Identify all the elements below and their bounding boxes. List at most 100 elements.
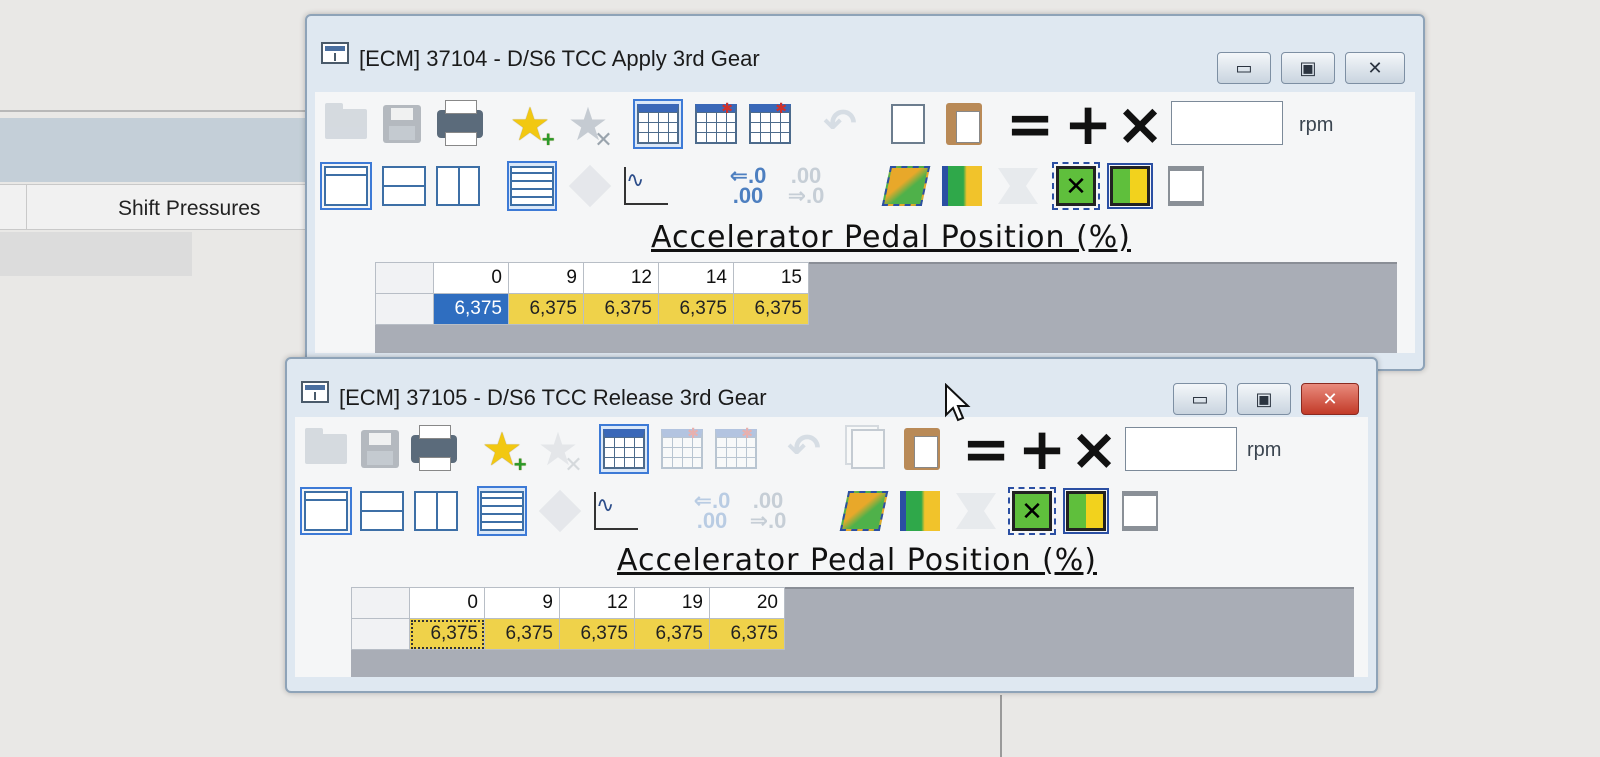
background-tab-separator [26, 185, 27, 229]
clear-cells-icon[interactable] [1115, 486, 1165, 536]
title-bar[interactable]: [ECM] 37104 - D/S6 TCC Apply 3rd Gear ▭ … [307, 16, 1423, 84]
color-map-icon[interactable] [881, 161, 931, 211]
minimize-button[interactable]: ▭ [1217, 52, 1271, 84]
tab-shift-pressures[interactable]: Shift Pressures [118, 197, 260, 221]
operation-value-input[interactable] [1171, 101, 1283, 145]
table-view-icon[interactable] [599, 424, 649, 474]
multiply-operation-icon[interactable]: × [1069, 420, 1119, 478]
decrease-decimals-icon[interactable]: .00 ⇒.0 [743, 486, 793, 536]
table-cell[interactable]: 6,375 [559, 618, 635, 650]
save-disk-icon[interactable] [355, 424, 405, 474]
horizontal-split-icon[interactable] [379, 161, 429, 211]
fill-cells-icon[interactable] [1105, 161, 1155, 211]
line-chart-icon[interactable]: ∿ [621, 161, 671, 211]
maximize-button[interactable]: ▣ [1281, 52, 1335, 84]
column-header[interactable]: 9 [508, 262, 584, 294]
open-folder-icon[interactable] [321, 99, 371, 149]
x-axis-title: Accelerator Pedal Position (%) [617, 543, 1097, 578]
column-header[interactable]: 15 [733, 262, 809, 294]
background-vertical-line [1000, 695, 1002, 757]
minimize-button[interactable]: ▭ [1173, 383, 1227, 415]
undo-icon[interactable]: ↶ [815, 99, 865, 149]
3d-view-icon[interactable] [535, 486, 585, 536]
color-map-icon[interactable] [839, 486, 889, 536]
color-gradient-icon[interactable] [937, 161, 987, 211]
add-operation-icon[interactable]: + [1017, 420, 1067, 478]
table-difference-icon[interactable] [711, 424, 761, 474]
list-view-icon[interactable] [477, 486, 527, 536]
add-operation-icon[interactable]: + [1063, 95, 1113, 153]
window-client-area: ★+ ★✕ ↶ = + × rpm ∿ ⇐.0.00 .0 [315, 92, 1415, 353]
list-view-icon[interactable] [507, 161, 557, 211]
column-header[interactable]: 0 [409, 587, 485, 619]
column-header[interactable]: 12 [559, 587, 635, 619]
close-button[interactable]: ✕ [1345, 52, 1405, 84]
undo-icon[interactable]: ↶ [779, 424, 829, 474]
single-layout-icon[interactable] [300, 486, 352, 536]
increase-decimals-icon[interactable]: ⇐.0.00 [723, 161, 773, 211]
vertical-split-icon[interactable] [411, 486, 461, 536]
table-view-icon[interactable] [633, 99, 683, 149]
operation-value-input[interactable] [1125, 427, 1237, 471]
title-bar[interactable]: [ECM] 37105 - D/S6 TCC Release 3rd Gear … [287, 359, 1376, 419]
equals-operation-icon[interactable]: = [1005, 95, 1055, 153]
table-cell[interactable]: 6,375 [484, 618, 560, 650]
equals-operation-icon[interactable]: = [961, 420, 1011, 478]
clear-cells-icon[interactable] [1161, 161, 1211, 211]
mouse-pointer-icon [945, 383, 971, 422]
x-axis-title: Accelerator Pedal Position (%) [651, 220, 1131, 255]
remove-favorite-star-icon[interactable]: ★ ✕ [563, 98, 613, 152]
table-cell[interactable]: 6,375 [709, 618, 785, 650]
table-cell[interactable]: 6,375 [658, 293, 734, 325]
open-folder-icon[interactable] [301, 424, 351, 474]
table-difference-icon[interactable] [745, 99, 795, 149]
interpolate-icon[interactable] [993, 161, 1043, 211]
decrease-decimals-icon[interactable]: .00 ⇒.0 [781, 161, 831, 211]
single-layout-icon[interactable] [320, 161, 372, 211]
3d-view-icon[interactable] [565, 161, 615, 211]
horizontal-split-icon[interactable] [357, 486, 407, 536]
table-cell[interactable]: 6,375 [634, 618, 710, 650]
print-icon[interactable] [409, 424, 459, 474]
column-header[interactable]: 19 [634, 587, 710, 619]
vertical-split-icon[interactable] [433, 161, 483, 211]
paste-icon[interactable] [939, 99, 989, 149]
toolbar-primary: ★+ ★✕ ↶ = + × rpm [295, 419, 1368, 479]
save-disk-icon[interactable] [377, 99, 427, 149]
table-window-tcc-apply[interactable]: [ECM] 37104 - D/S6 TCC Apply 3rd Gear ▭ … [305, 14, 1425, 371]
table-window-tcc-release[interactable]: [ECM] 37105 - D/S6 TCC Release 3rd Gear … [285, 357, 1378, 693]
column-header[interactable]: 0 [433, 262, 509, 294]
print-icon[interactable] [435, 99, 485, 149]
column-header[interactable]: 12 [583, 262, 659, 294]
toolbar-secondary: ∿ ⇐.0.00 .00 ⇒.0 ✕ [295, 481, 1368, 541]
select-cells-icon[interactable]: ✕ [1007, 486, 1057, 536]
table-corner-cell [375, 262, 434, 294]
remove-favorite-star-icon[interactable]: ★ ✕ [533, 423, 583, 477]
table-compare-icon[interactable] [691, 99, 741, 149]
window-client-area: ★+ ★✕ ↶ = + × rpm ∿ ⇐.0.00 .00⇒.0 [295, 417, 1368, 677]
copy-icon[interactable] [843, 424, 893, 474]
select-cells-icon[interactable]: ✕ [1051, 161, 1101, 211]
add-favorite-star-icon[interactable]: ★ + [477, 423, 527, 477]
row-header [375, 293, 434, 325]
close-button[interactable]: ✕ [1301, 383, 1359, 415]
maximize-button[interactable]: ▣ [1237, 383, 1291, 415]
column-header[interactable]: 20 [709, 587, 785, 619]
table-cell[interactable]: 6,375 [508, 293, 584, 325]
table-cell-selected[interactable]: 6,375 [433, 293, 509, 325]
column-header[interactable]: 14 [658, 262, 734, 294]
interpolate-icon[interactable] [951, 486, 1001, 536]
column-header[interactable]: 9 [484, 587, 560, 619]
multiply-operation-icon[interactable]: × [1115, 95, 1165, 153]
paste-icon[interactable] [897, 424, 947, 474]
table-cell[interactable]: 6,375 [733, 293, 809, 325]
fill-cells-icon[interactable] [1061, 486, 1111, 536]
table-cell-focused[interactable]: 6,375 [409, 618, 485, 650]
table-cell[interactable]: 6,375 [583, 293, 659, 325]
copy-icon[interactable] [883, 99, 933, 149]
add-favorite-star-icon[interactable]: ★ + [505, 98, 555, 152]
color-gradient-icon[interactable] [895, 486, 945, 536]
increase-decimals-icon[interactable]: ⇐.0.00 [687, 486, 737, 536]
line-chart-icon[interactable]: ∿ [591, 486, 641, 536]
table-compare-icon[interactable] [657, 424, 707, 474]
